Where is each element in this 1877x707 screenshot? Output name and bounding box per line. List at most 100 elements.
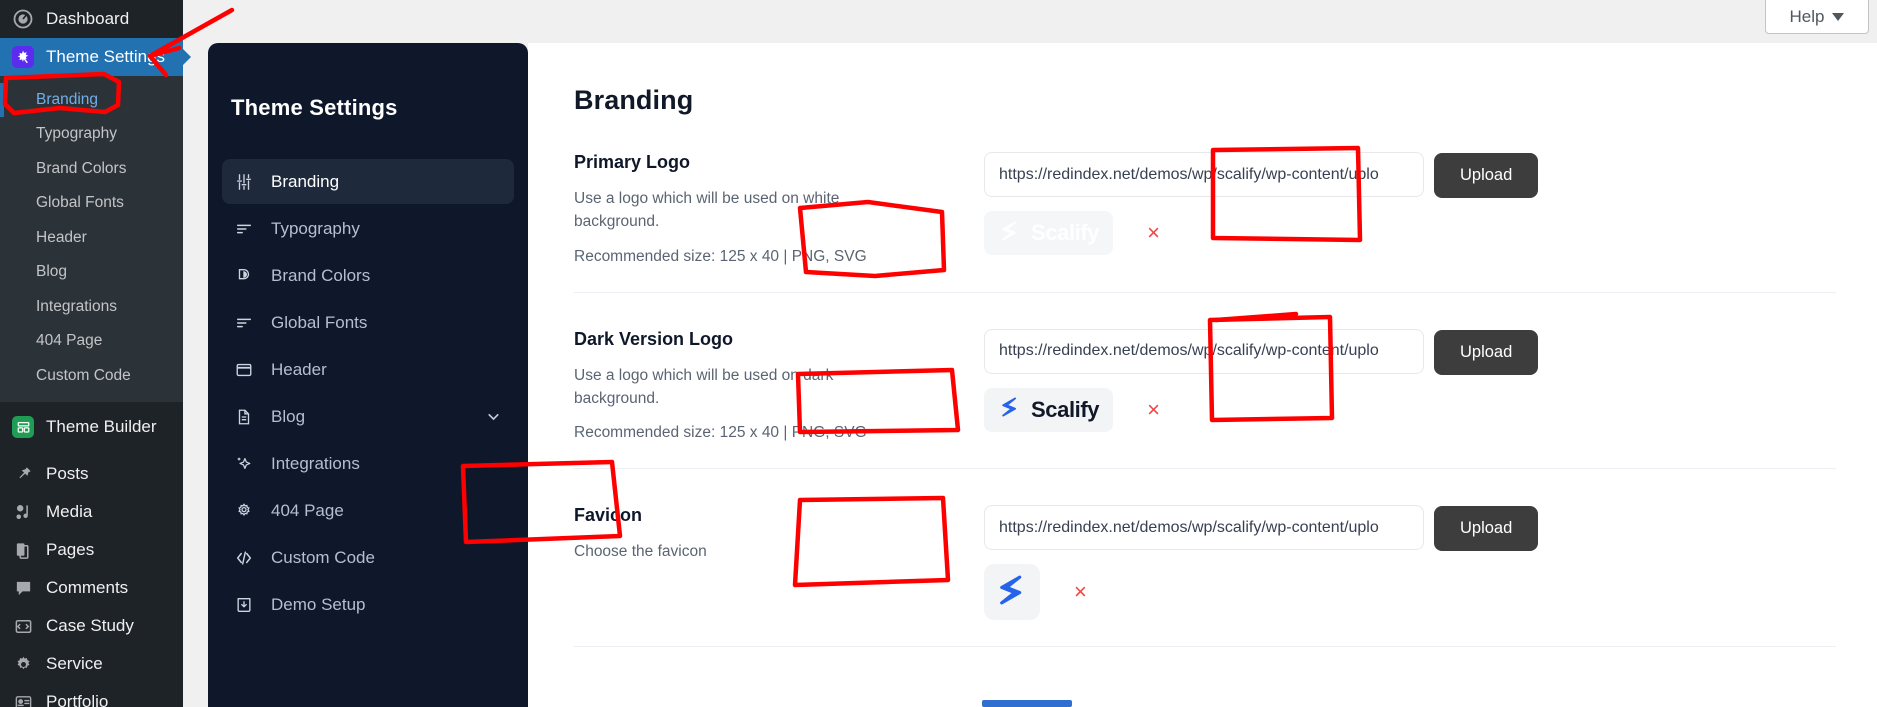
pin-icon bbox=[12, 463, 34, 485]
tab-demo-setup[interactable]: Demo Setup bbox=[222, 582, 514, 627]
logo-chip: Scalify bbox=[984, 387, 1114, 432]
tab-blog[interactable]: Blog bbox=[222, 394, 514, 439]
sliders-icon bbox=[234, 172, 254, 192]
submenu-label: Header bbox=[36, 228, 87, 246]
partial-progress-bar bbox=[982, 700, 1072, 707]
tab-header[interactable]: Header bbox=[222, 347, 514, 392]
tab-brand-colors[interactable]: Brand Colors bbox=[222, 253, 514, 298]
help-tab-button[interactable]: Help bbox=[1765, 0, 1869, 34]
sidebar-item-label: Case Study bbox=[46, 616, 134, 636]
submenu-item-header[interactable]: Header bbox=[0, 221, 183, 255]
dark-logo-upload-button[interactable]: Upload bbox=[1434, 329, 1539, 375]
chevron-down-icon bbox=[1832, 12, 1845, 21]
submenu-label: Blog bbox=[36, 263, 68, 281]
tab-label: Typography bbox=[271, 218, 360, 238]
submenu-item-blog[interactable]: Blog bbox=[0, 255, 183, 289]
tab-global-fonts[interactable]: Global Fonts bbox=[222, 300, 514, 345]
sidebar-item-comments[interactable]: Comments bbox=[0, 569, 183, 607]
row-description-block: Dark Version Logo Use a logo which will … bbox=[574, 329, 984, 443]
portfolio-icon bbox=[12, 691, 34, 707]
dark-logo-url-input[interactable] bbox=[984, 328, 1424, 374]
tab-typography[interactable]: Typography bbox=[222, 206, 514, 251]
remove-favicon-button[interactable]: × bbox=[1074, 581, 1087, 603]
sidebar-item-label: Theme Settings bbox=[46, 47, 166, 66]
case-study-icon bbox=[12, 615, 34, 637]
media-icon bbox=[12, 501, 34, 523]
chevron-down-icon[interactable] bbox=[485, 408, 502, 425]
sidebar-item-case-study[interactable]: Case Study bbox=[0, 607, 183, 645]
tab-integrations[interactable]: Integrations bbox=[222, 441, 514, 486]
sparkle-icon bbox=[234, 454, 254, 474]
theme-settings-panel: Theme Settings Branding Typography Brand… bbox=[208, 43, 528, 707]
submenu-item-brand-colors[interactable]: Brand Colors bbox=[0, 152, 183, 186]
scalify-mark-icon bbox=[998, 219, 1022, 248]
dark-logo-preview: Scalify × bbox=[984, 387, 1434, 432]
theme-settings-icon bbox=[12, 46, 34, 68]
tab-404-page[interactable]: 404 Page bbox=[222, 488, 514, 533]
gear-icon bbox=[12, 653, 34, 675]
row-action-block: Upload bbox=[1434, 505, 1836, 551]
primary-logo-upload-button[interactable]: Upload bbox=[1434, 153, 1539, 198]
tab-label: Demo Setup bbox=[271, 594, 366, 614]
sidebar-item-media[interactable]: Media bbox=[0, 493, 183, 531]
logo-wordmark: Scalify bbox=[1031, 396, 1100, 422]
theme-builder-icon bbox=[12, 416, 34, 439]
submenu-label: Custom Code bbox=[36, 366, 131, 384]
sidebar-item-posts[interactable]: Posts bbox=[0, 455, 183, 493]
wp-admin-sidebar: Dashboard Theme Settings Branding Typogr… bbox=[0, 0, 191, 707]
sidebar-item-theme-settings[interactable]: Theme Settings bbox=[0, 38, 191, 76]
favicon-upload-button[interactable]: Upload bbox=[1434, 506, 1539, 551]
favicon-url-input[interactable] bbox=[984, 505, 1424, 550]
tab-custom-code[interactable]: Custom Code bbox=[222, 535, 514, 580]
remove-primary-logo-button[interactable]: × bbox=[1147, 222, 1160, 244]
row-input-block: Scalify × bbox=[984, 328, 1434, 432]
sidebar-divider bbox=[0, 446, 183, 455]
setting-description: Use a logo which will be used on white b… bbox=[574, 190, 840, 231]
setting-description: Use a logo which will be used on dark ba… bbox=[574, 366, 834, 407]
sidebar-item-label: Theme Builder bbox=[46, 417, 157, 437]
tab-label: Custom Code bbox=[271, 547, 375, 567]
remove-dark-logo-button[interactable]: × bbox=[1147, 398, 1160, 421]
sidebar-item-pages[interactable]: Pages bbox=[0, 531, 183, 569]
comment-icon bbox=[12, 577, 34, 599]
setting-label: Dark Version Logo bbox=[574, 328, 734, 349]
sidebar-item-portfolio[interactable]: Portfolio bbox=[0, 683, 183, 707]
submenu-label: Integrations bbox=[36, 297, 117, 315]
tab-label: Brand Colors bbox=[271, 265, 371, 285]
document-icon bbox=[234, 407, 254, 427]
submenu-label: Branding bbox=[36, 91, 99, 108]
sidebar-item-label: Pages bbox=[46, 540, 95, 560]
theme-settings-submenu: Branding Typography Brand Colors Global … bbox=[0, 76, 183, 403]
sidebar-item-label: Dashboard bbox=[46, 9, 130, 28]
submenu-label: Brand Colors bbox=[36, 159, 127, 177]
submenu-item-global-fonts[interactable]: Global Fonts bbox=[0, 186, 183, 220]
submenu-item-custom-code[interactable]: Custom Code bbox=[0, 359, 183, 393]
setting-label: Favicon bbox=[574, 505, 643, 525]
favicon-preview: × bbox=[984, 564, 1434, 620]
sidebar-item-theme-builder[interactable]: Theme Builder bbox=[0, 408, 183, 446]
submenu-item-404-page[interactable]: 404 Page bbox=[0, 324, 183, 358]
tab-label: Blog bbox=[271, 406, 306, 426]
page-title: Branding bbox=[574, 85, 694, 115]
text-lines-icon bbox=[234, 313, 254, 333]
row-input-block: × bbox=[984, 505, 1434, 620]
text-lines-icon bbox=[234, 219, 254, 239]
tab-label: Integrations bbox=[271, 453, 360, 473]
primary-logo-url-input[interactable] bbox=[984, 152, 1424, 197]
sidebar-item-dashboard[interactable]: Dashboard bbox=[0, 0, 183, 38]
help-label: Help bbox=[1789, 6, 1825, 26]
submenu-item-typography[interactable]: Typography bbox=[0, 117, 183, 151]
app-root: Help Dashboard Theme Settings Branding T… bbox=[0, 0, 1877, 707]
sidebar-item-service[interactable]: Service bbox=[0, 645, 183, 683]
tab-branding[interactable]: Branding bbox=[222, 159, 514, 204]
tab-label: Branding bbox=[271, 171, 340, 191]
submenu-item-branding[interactable]: Branding bbox=[0, 83, 183, 118]
row-description-block: Primary Logo Use a logo which will be us… bbox=[574, 152, 984, 266]
submenu-label: Typography bbox=[36, 125, 117, 143]
setting-recommended: Recommended size: 125 x 40 | PNG, SVG bbox=[574, 247, 867, 265]
row-action-block: Upload bbox=[1434, 152, 1836, 198]
submenu-item-integrations[interactable]: Integrations bbox=[0, 290, 183, 324]
color-drop-icon bbox=[234, 266, 254, 286]
scalify-mark-icon bbox=[998, 395, 1022, 424]
sidebar-item-label: Posts bbox=[46, 464, 89, 484]
